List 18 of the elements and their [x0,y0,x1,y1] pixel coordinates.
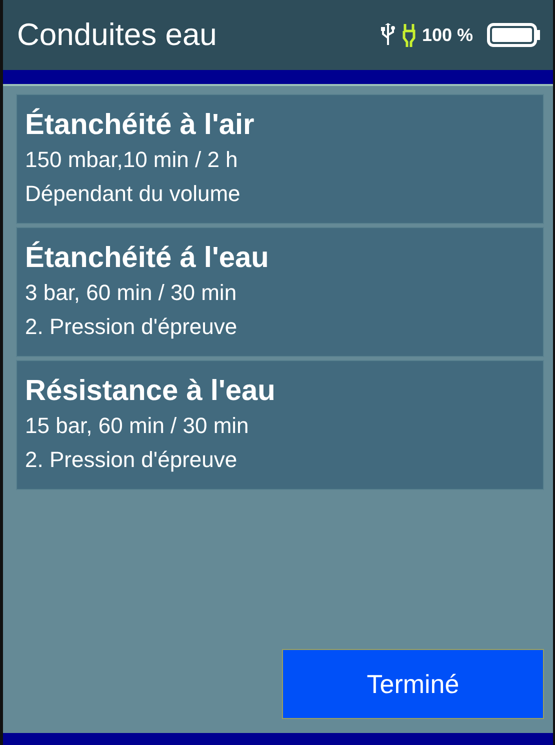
battery-percentage: 100 % [422,24,473,46]
test-card[interactable]: Étanchéité à l'air 150 mbar,10 min / 2 h Dépendant du volume [16,94,544,224]
test-title: Étanchéité à l'air [25,107,256,143]
test-parameters: 150 mbar,10 min / 2 h [25,146,239,174]
test-card[interactable]: Résistance à l'eau 15 bar, 60 min / 30 min 2. Pression d'épreuve [16,360,544,490]
test-note: Dépendant du volume [25,180,242,208]
usb-icon [380,23,396,47]
test-card[interactable]: Étanchéité á l'eau 3 bar, 60 min / 30 min 2. Pression d'épreuve [16,227,544,357]
test-note: 2. Pression d'épreuve [25,446,238,474]
battery-icon [487,23,541,47]
test-title: Résistance à l'eau [25,374,276,409]
plug-icon [402,22,416,48]
test-parameters: 15 bar, 60 min / 30 min [25,412,250,440]
test-title: Étanchéité á l'eau [25,240,270,276]
screen-title: Conduites eau [17,17,217,53]
test-note: 2. Pression d'épreuve [25,313,238,341]
done-button[interactable]: Terminé [282,649,544,719]
test-parameters: 3 bar, 60 min / 30 min [25,279,238,307]
